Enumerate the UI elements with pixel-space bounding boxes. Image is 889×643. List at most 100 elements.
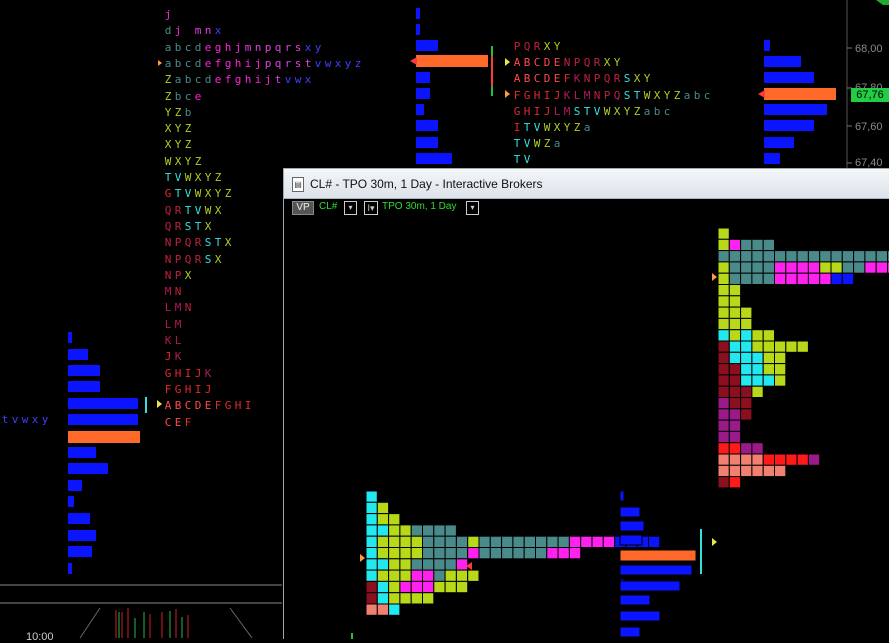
tpo-block [842, 262, 853, 273]
tpo-block [729, 443, 740, 454]
tpo-block [752, 465, 763, 476]
tpo-letter: y [313, 41, 323, 55]
tpo-letter: E [552, 72, 562, 86]
tpo-letter: T [512, 153, 522, 167]
tpo-block [763, 341, 774, 352]
tpo-block [775, 251, 786, 262]
tpo-block [741, 398, 752, 409]
tpo-letter: Z [183, 138, 193, 152]
tpo-letter: v [313, 57, 323, 71]
tpo-chart-window[interactable]: ▤ CL# - TPO 30m, 1 Day - Interactive Bro… [283, 168, 889, 639]
tpo-block [366, 502, 377, 513]
tpo-letter: X [213, 204, 223, 218]
tpo-letter: d [163, 24, 173, 38]
tpo-letter: m [243, 41, 253, 55]
tpo-block [479, 536, 490, 547]
tpo-row: TVWXYZ [163, 171, 223, 185]
tpo-block [718, 251, 729, 262]
tpo-letter: p [263, 57, 273, 71]
tpo-letter: Y [552, 40, 562, 54]
tpo-block [434, 548, 445, 559]
tpo-row: QRSTX [163, 220, 213, 234]
time-axis-label: 10:00 [26, 631, 54, 643]
tpo-letter: z [353, 57, 363, 71]
tpo-block [741, 251, 752, 262]
tpo-letter: Y [622, 105, 632, 119]
tpo-row: PQRXY [512, 40, 562, 54]
tpo-block [786, 251, 797, 262]
tpo-letter: c [183, 90, 193, 104]
tpo-block [423, 559, 434, 570]
tpo-row: dj mnx [163, 24, 223, 38]
tpo-block [389, 536, 400, 547]
tpo-letter: W [542, 121, 552, 135]
tpo-block [797, 273, 808, 284]
volume-profile-upper-left [416, 8, 452, 164]
tpo-block [718, 465, 729, 476]
tpo-letter: t [0, 413, 10, 427]
tpo-block [763, 251, 774, 262]
tpo-letter: a [163, 57, 173, 71]
tpo-block [513, 536, 524, 547]
tpo-letter: C [532, 72, 542, 86]
tpo-letter: X [602, 56, 612, 70]
tpo-block [763, 330, 774, 341]
tpo-letter: L [572, 89, 582, 103]
tpo-block [445, 536, 456, 547]
tpo-block [752, 352, 763, 363]
poc-bar-upper-left [416, 55, 488, 67]
tpo-letter: T [163, 171, 173, 185]
tpo-letter: M [562, 105, 572, 119]
tpo-block [729, 251, 740, 262]
tpo-letter: P [592, 72, 602, 86]
tpo-letter: i [243, 57, 253, 71]
tpo-block [490, 548, 501, 559]
tpo-letter: X [203, 220, 213, 234]
tpo-block [729, 239, 740, 250]
tpo-block [763, 352, 774, 363]
tpo-letter: G [163, 187, 173, 201]
tpo-letter: J [203, 383, 213, 397]
tpo-letter: F [213, 399, 223, 413]
tpo-row: j [163, 8, 173, 22]
tpo-letter: M [173, 301, 183, 315]
tpo-block [445, 525, 456, 536]
tpo-block [423, 525, 434, 536]
poc-bar-lower-left [68, 431, 140, 443]
tpo-block [775, 375, 786, 386]
tpo-row: Zbce [163, 90, 203, 104]
tpo-letter: b [183, 73, 193, 87]
volume-bar [620, 491, 624, 501]
tpo-block [524, 548, 535, 559]
tpo-letter: G [173, 383, 183, 397]
tpo-block [718, 420, 729, 431]
tpo-row: GTVWXYZ [163, 187, 233, 201]
price-marker-arrow [712, 538, 717, 546]
tpo-block [423, 581, 434, 592]
tpo-letter: s [293, 41, 303, 55]
tpo-letter: d [193, 57, 203, 71]
tpo-block-chart [284, 169, 889, 639]
tpo-letter: N [163, 269, 173, 283]
tpo-letter: X [193, 171, 203, 185]
tpo-block [524, 536, 535, 547]
tpo-letter: a [163, 41, 173, 55]
tpo-letter: X [542, 40, 552, 54]
tpo-block [434, 570, 445, 581]
tpo-letter: X [223, 236, 233, 250]
tpo-letter: N [582, 72, 592, 86]
tpo-block [820, 262, 831, 273]
tpo-letter: K [203, 367, 213, 381]
tpo-letter: M [163, 285, 173, 299]
tpo-letter: T [213, 236, 223, 250]
volume-bar [620, 521, 644, 531]
tpo-letter: A [163, 399, 173, 413]
tpo-letter: Y [213, 187, 223, 201]
tpo-block [400, 536, 411, 547]
tpo-letter: N [173, 285, 183, 299]
tpo-block [389, 548, 400, 559]
tpo-letter: v [283, 73, 293, 87]
tpo-block [456, 536, 467, 547]
tpo-block [456, 581, 467, 592]
tpo-block [797, 251, 808, 262]
